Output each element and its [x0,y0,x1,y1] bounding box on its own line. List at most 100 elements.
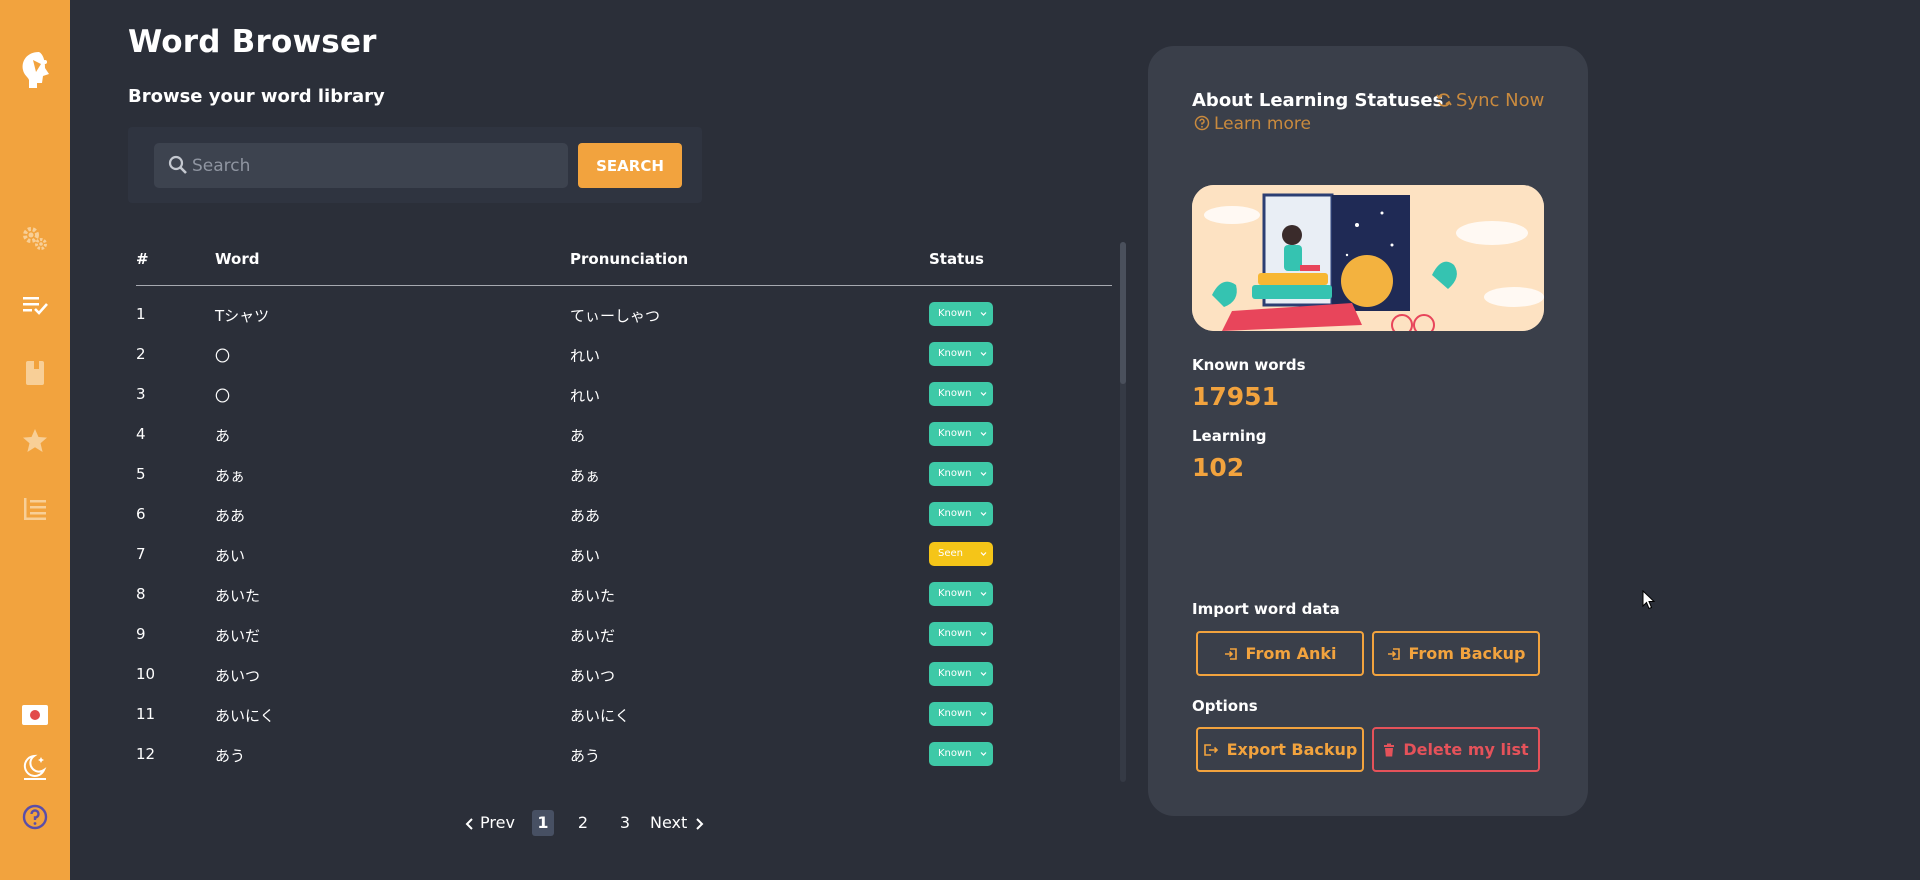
chevron-down-icon [980,632,987,636]
logo-head-icon[interactable] [18,52,54,88]
status-dropdown[interactable]: Known [929,662,993,686]
row-number: 6 [136,505,146,523]
prev-page-button[interactable]: Prev [464,810,515,836]
chevron-down-icon [980,472,987,476]
checklist-icon[interactable] [20,290,50,320]
list-icon[interactable] [20,494,50,524]
sidebar [0,0,70,880]
learn-more-label: Learn more [1214,114,1311,134]
search-button[interactable]: SEARCH [578,143,682,188]
table-row[interactable]: 9 あいだ あいだ Known [136,614,1112,654]
row-pronunciation: あい [570,547,601,565]
learning-value: 102 [1192,453,1245,482]
status-dropdown[interactable]: Seen [929,542,993,566]
search-icon [168,155,188,179]
row-word: あぁ [215,467,246,485]
from-anki-button[interactable]: From Anki [1196,631,1364,676]
status-dropdown[interactable]: Known [929,422,993,446]
options-section-label: Options [1192,697,1258,715]
chevron-down-icon [980,512,987,516]
status-dropdown[interactable]: Known [929,302,993,326]
col-header-status[interactable]: Status [929,250,984,268]
status-dropdown[interactable]: Known [929,582,993,606]
status-dropdown[interactable]: Known [929,462,993,486]
table-row[interactable]: 7 あい あい Seen [136,534,1112,574]
table-row[interactable]: 3 〇 れい Known [136,374,1112,414]
scrollbar-thumb[interactable] [1120,242,1126,384]
row-number: 12 [136,745,156,763]
sync-label: Sync Now [1456,90,1545,111]
row-number: 10 [136,665,156,683]
status-label: Seen [938,548,963,559]
status-dropdown[interactable]: Known [929,382,993,406]
row-number: 5 [136,465,146,483]
row-word: あいつ [215,667,261,685]
search-panel: SEARCH [128,127,702,203]
word-table: # Word Pronunciation Status 1 Tシャツ てぃーしゃつ K… [136,240,1112,780]
search-box[interactable] [154,143,568,188]
status-dropdown[interactable]: Known [929,622,993,646]
learning-status-panel: About Learning Statuses Sync Now Learn m… [1148,46,1588,816]
chevron-down-icon [980,392,987,396]
page-subtitle: Browse your word library [128,86,385,107]
status-label: Known [938,508,972,519]
status-label: Known [938,708,972,719]
status-label: Known [938,668,972,679]
table-row[interactable]: 5 あぁ あぁ Known [136,454,1112,494]
row-word: あい [215,547,246,565]
sync-now-button[interactable]: Sync Now [1436,90,1544,111]
status-label: Known [938,388,972,399]
col-header-num[interactable]: # [136,250,149,268]
table-row[interactable]: 10 あいつ あいつ Known [136,654,1112,694]
from-backup-button[interactable]: From Backup [1372,631,1540,676]
table-row[interactable]: 4 あ あ Known [136,414,1112,454]
page-3-button[interactable]: 3 [614,810,636,836]
status-dropdown[interactable]: Known [929,342,993,366]
status-label: Known [938,748,972,759]
status-dropdown[interactable]: Known [929,502,993,526]
status-dropdown[interactable]: Known [929,702,993,726]
col-header-pronunciation[interactable]: Pronunciation [570,250,688,268]
panel-title: About Learning Statuses [1192,90,1444,111]
learn-more-link[interactable]: Learn more [1194,114,1311,134]
known-words-value: 17951 [1192,382,1279,411]
table-row[interactable]: 8 あいた あいた Known [136,574,1112,614]
theme-moon-icon[interactable] [20,752,50,782]
export-backup-button[interactable]: Export Backup [1196,727,1364,772]
page-1-button[interactable]: 1 [532,810,554,836]
row-number: 4 [136,425,146,443]
learning-label: Learning [1192,427,1267,445]
table-row[interactable]: 1 Tシャツ てぃーしゃつ Known [136,294,1112,334]
status-label: Known [938,468,972,479]
table-row[interactable]: 2 〇 れい Known [136,334,1112,374]
next-page-button[interactable]: Next [650,810,705,836]
book-icon[interactable] [20,358,50,388]
table-header: # Word Pronunciation Status [136,240,1112,286]
row-pronunciation: あう [570,747,601,765]
help-circle-icon [1194,115,1210,131]
status-dropdown[interactable]: Known [929,742,993,766]
import-icon [1387,647,1400,660]
delete-list-button[interactable]: Delete my list [1372,727,1540,772]
table-row[interactable]: 11 あいにく あいにく Known [136,694,1112,734]
table-row[interactable]: 12 あう あう Known [136,734,1112,774]
table-scrollbar[interactable] [1120,242,1126,782]
settings-gears-icon[interactable] [20,224,50,254]
row-word: あいにく [215,707,275,725]
col-header-word[interactable]: Word [215,250,259,268]
row-number: 8 [136,585,146,603]
page-2-button[interactable]: 2 [572,810,594,836]
japan-flag-icon[interactable] [20,700,50,730]
page-title: Word Browser [128,24,377,60]
search-input[interactable] [192,143,562,188]
chevron-down-icon [980,352,987,356]
mouse-cursor-icon [1642,589,1656,614]
status-label: Known [938,628,972,639]
chevron-right-icon [696,817,704,830]
help-icon[interactable] [20,802,50,832]
star-icon[interactable] [20,426,50,456]
row-word: 〇 [215,347,231,365]
status-label: Known [938,308,972,319]
table-row[interactable]: 6 ああ ああ Known [136,494,1112,534]
row-pronunciation: れい [570,347,601,365]
